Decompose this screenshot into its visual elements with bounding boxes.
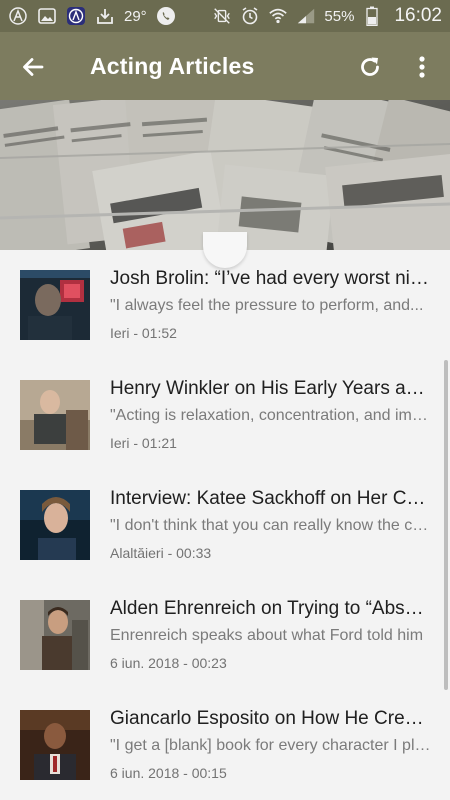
article-thumbnail <box>20 380 90 450</box>
article-quote: "I get a [blank] book for every characte… <box>110 737 432 754</box>
article-title: Alden Ehrenreich on Trying to “Absorb” F… <box>110 598 432 619</box>
more-options-button[interactable] <box>410 52 434 82</box>
article-title: Josh Brolin: “I’ve had every worst night… <box>110 268 432 289</box>
gallery-icon <box>37 6 57 26</box>
download-icon <box>95 6 115 26</box>
app-notification-icon <box>8 6 28 26</box>
battery-percent-text: 55% <box>324 7 355 25</box>
list-item[interactable]: Giancarlo Esposito on How He Creates Cha… <box>0 690 444 800</box>
article-date: Ieri - 01:52 <box>110 325 177 341</box>
clock-text: 16:02 <box>394 5 442 26</box>
article-date: Alaltăieri - 00:33 <box>110 545 212 561</box>
list-item[interactable]: Interview: Katee Sackhoff on Her Career … <box>0 470 444 580</box>
list-item[interactable]: Alden Ehrenreich on Trying to “Absorb” F… <box>0 580 444 690</box>
article-title: Giancarlo Esposito on How He Creates Cha… <box>110 708 432 729</box>
temperature-text: 29° <box>124 7 147 25</box>
list-item[interactable]: Josh Brolin: “I’ve had every worst night… <box>0 250 444 360</box>
list-item[interactable]: Henry Winkler on His Early Years as an A… <box>0 360 444 470</box>
article-date: 6 iun. 2018 - 00:23 <box>110 655 227 671</box>
article-list: Josh Brolin: “I’ve had every worst night… <box>0 250 450 800</box>
status-bar: 29° 55% 16:02 <box>0 0 450 32</box>
list-scrollbar[interactable] <box>444 360 448 690</box>
back-button[interactable] <box>18 52 48 82</box>
article-thumbnail <box>20 270 90 340</box>
alarm-icon <box>240 6 260 26</box>
article-title: Interview: Katee Sackhoff on Her Career <box>110 488 432 509</box>
wifi-icon <box>268 6 288 26</box>
article-quote: "I always feel the pressure to perform, … <box>110 297 424 314</box>
header-image <box>0 100 450 250</box>
newspaper-rack-image <box>0 100 450 250</box>
battery-icon <box>362 6 382 26</box>
article-quote: "I don't think that you can really know … <box>110 517 432 534</box>
article-date: Ieri - 01:21 <box>110 435 177 451</box>
article-thumbnail <box>20 710 90 780</box>
article-thumbnail <box>20 600 90 670</box>
page-title: Acting Articles <box>90 53 255 79</box>
article-quote: "Acting is relaxation, concentration, an… <box>110 407 432 424</box>
article-title: Henry Winkler on His Early Years as an A… <box>110 378 432 399</box>
article-quote: Enrenreich speaks about what Ford told h… <box>110 627 424 644</box>
article-date: 6 iun. 2018 - 00:15 <box>110 765 227 781</box>
refresh-button[interactable] <box>355 52 385 82</box>
phone-icon <box>156 6 176 26</box>
signal-icon <box>296 6 316 26</box>
more-vert-icon <box>419 56 425 78</box>
app-bar: Acting Articles <box>0 32 450 100</box>
arrow-back-icon <box>23 58 44 76</box>
article-thumbnail <box>20 490 90 560</box>
screen: 29° 55% 16:02 Acting Articles Josh Broli… <box>0 0 450 800</box>
vibrate-mute-icon <box>212 6 232 26</box>
app-badge-icon <box>66 6 86 26</box>
refresh-icon <box>361 57 379 76</box>
